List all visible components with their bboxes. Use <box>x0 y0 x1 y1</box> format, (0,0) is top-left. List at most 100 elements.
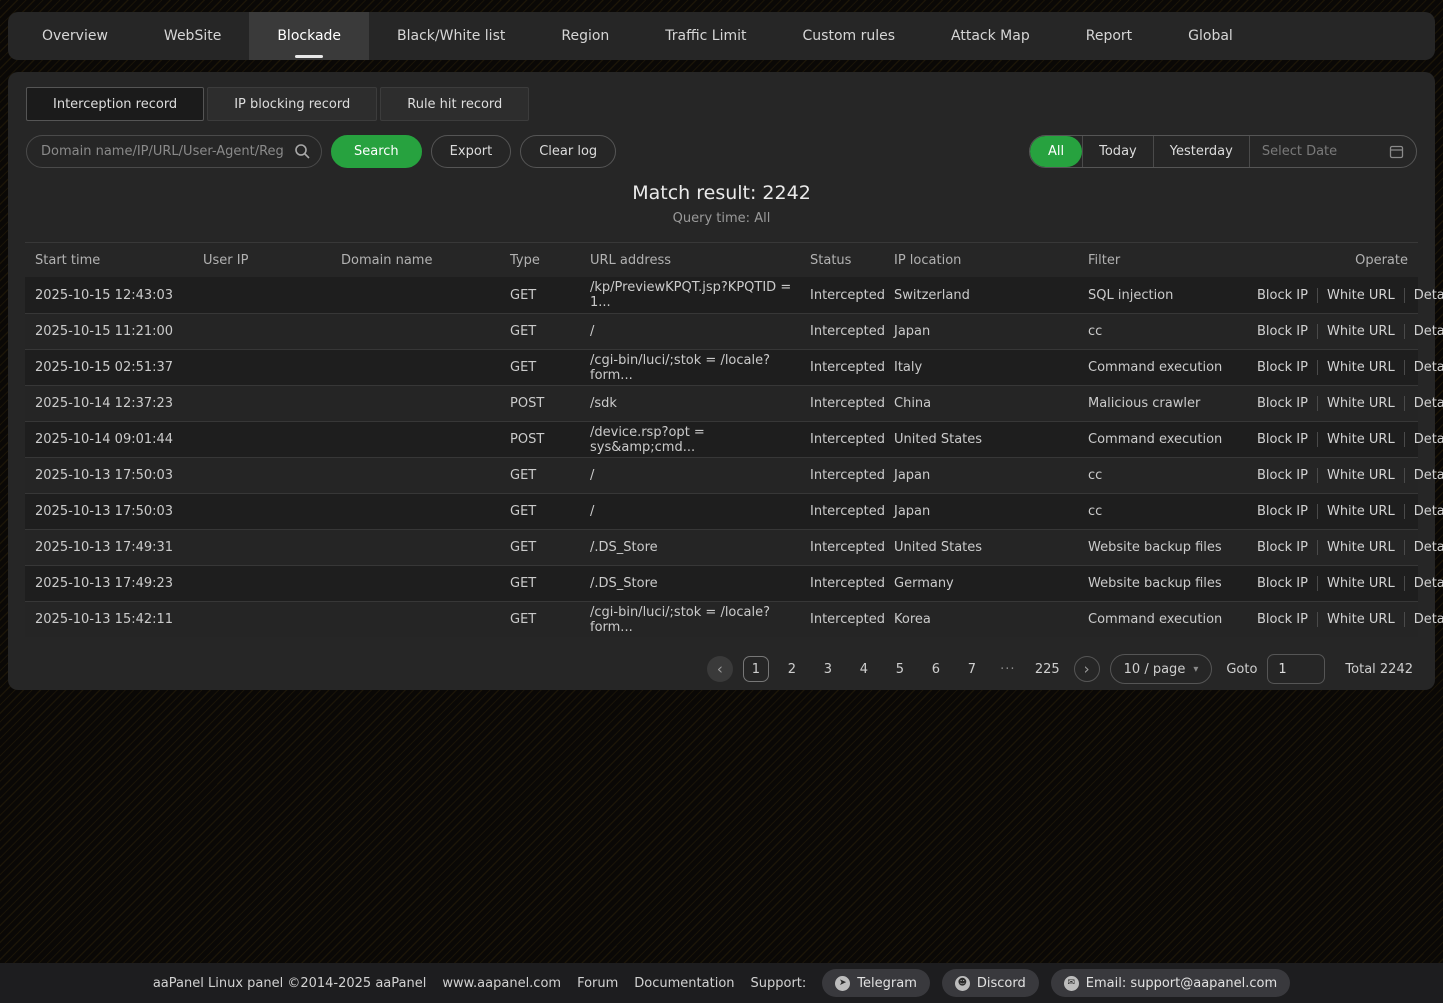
action-details[interactable]: Details <box>1404 360 1443 375</box>
start-time-cell: 2025-10-15 11:21:00 <box>35 324 203 339</box>
table-row: 2025-10-15 02:51:37 GET /cgi-bin/luci/;s… <box>25 349 1418 385</box>
operate-cell: Block IPWhite URLDetails <box>1248 468 1443 483</box>
action-details[interactable]: Details <box>1404 540 1443 555</box>
page-list: 1234567 ··· 225 <box>743 656 1064 682</box>
action-white-url[interactable]: White URL <box>1317 612 1404 627</box>
nav-tab-attack-map[interactable]: Attack Map <box>923 12 1058 60</box>
search-button[interactable]: Search <box>331 135 422 168</box>
action-block-ip[interactable]: Block IP <box>1248 612 1317 627</box>
request-type-cell: POST <box>510 432 590 447</box>
page-number-3[interactable]: 3 <box>815 656 841 682</box>
url-address-cell: / <box>590 504 810 519</box>
nav-tab-traffic-limit[interactable]: Traffic Limit <box>637 12 774 60</box>
search-input[interactable] <box>26 135 322 168</box>
operate-cell: Block IPWhite URLDetails <box>1248 540 1443 555</box>
action-white-url[interactable]: White URL <box>1317 432 1404 447</box>
subtab-ip-blocking-record[interactable]: IP blocking record <box>207 87 377 121</box>
clear-log-button[interactable]: Clear log <box>520 135 616 168</box>
range-option-yesterday[interactable]: Yesterday <box>1153 136 1249 167</box>
footer-link-forum[interactable]: Forum <box>577 976 618 991</box>
action-details[interactable]: Details <box>1404 504 1443 519</box>
support-label: Support: <box>751 976 807 991</box>
website-link[interactable]: www.aapanel.com <box>442 976 561 991</box>
action-details[interactable]: Details <box>1404 612 1443 627</box>
action-block-ip[interactable]: Block IP <box>1248 288 1317 303</box>
action-white-url[interactable]: White URL <box>1317 576 1404 591</box>
active-tab-underline <box>295 55 323 58</box>
support-button-discord[interactable]: ☻Discord <box>942 969 1039 997</box>
start-time-cell: 2025-10-13 17:50:03 <box>35 504 203 519</box>
action-block-ip[interactable]: Block IP <box>1248 504 1317 519</box>
goto-page-input[interactable] <box>1267 654 1325 684</box>
filter-cell: Website backup files <box>1088 540 1248 555</box>
status-cell: Intercepted <box>810 468 894 483</box>
start-time-cell: 2025-10-15 02:51:37 <box>35 360 203 375</box>
nav-tab-website[interactable]: WebSite <box>136 12 249 60</box>
table-row: 2025-10-13 17:49:23 GET /.DS_Store Inter… <box>25 565 1418 601</box>
action-details[interactable]: Details <box>1404 432 1443 447</box>
start-time-cell: 2025-10-13 15:42:11 <box>35 612 203 627</box>
action-details[interactable]: Details <box>1404 288 1443 303</box>
page-number-5[interactable]: 5 <box>887 656 913 682</box>
range-option-all[interactable]: All <box>1030 136 1082 167</box>
action-block-ip[interactable]: Block IP <box>1248 540 1317 555</box>
action-block-ip[interactable]: Block IP <box>1248 360 1317 375</box>
support-button-email[interactable]: ✉Email: support@aapanel.com <box>1051 969 1290 997</box>
select-date-input[interactable]: Select Date <box>1249 136 1416 167</box>
filter-cell: Malicious crawler <box>1088 396 1248 411</box>
range-option-today[interactable]: Today <box>1082 136 1153 167</box>
action-block-ip[interactable]: Block IP <box>1248 432 1317 447</box>
action-white-url[interactable]: White URL <box>1317 540 1404 555</box>
action-white-url[interactable]: White URL <box>1317 468 1404 483</box>
nav-tab-custom-rules[interactable]: Custom rules <box>775 12 924 60</box>
nav-tab-report[interactable]: Report <box>1058 12 1160 60</box>
page-number-4[interactable]: 4 <box>851 656 877 682</box>
action-block-ip[interactable]: Block IP <box>1248 468 1317 483</box>
action-white-url[interactable]: White URL <box>1317 396 1404 411</box>
col-header-domain-name: Domain name <box>341 253 510 268</box>
support-button-telegram[interactable]: ➤Telegram <box>822 969 930 997</box>
page-number-6[interactable]: 6 <box>923 656 949 682</box>
export-button[interactable]: Export <box>431 135 512 168</box>
action-block-ip[interactable]: Block IP <box>1248 324 1317 339</box>
nav-tab-blockade[interactable]: Blockade <box>249 12 369 60</box>
support-buttons: ➤Telegram ☻Discord ✉Email: support@aapanel… <box>822 969 1290 997</box>
subtab-rule-hit-record[interactable]: Rule hit record <box>380 87 529 121</box>
action-white-url[interactable]: White URL <box>1317 288 1404 303</box>
action-white-url[interactable]: White URL <box>1317 504 1404 519</box>
page-size-select[interactable]: 10 / page ▾ <box>1110 654 1213 684</box>
page-number-2[interactable]: 2 <box>779 656 805 682</box>
status-cell: Intercepted <box>810 288 894 303</box>
search-icon[interactable] <box>294 143 310 159</box>
page-ellipsis[interactable]: ··· <box>995 656 1021 682</box>
action-details[interactable]: Details <box>1404 576 1443 591</box>
page-number-7[interactable]: 7 <box>959 656 985 682</box>
action-block-ip[interactable]: Block IP <box>1248 396 1317 411</box>
subtab-interception-record[interactable]: Interception record <box>26 87 204 121</box>
copyright-text: aaPanel Linux panel ©2014-2025 aaPanel <box>153 976 427 991</box>
next-page-button[interactable]: › <box>1074 656 1100 682</box>
action-white-url[interactable]: White URL <box>1317 324 1404 339</box>
col-header-type: Type <box>510 253 590 268</box>
action-details[interactable]: Details <box>1404 396 1443 411</box>
action-details[interactable]: Details <box>1404 468 1443 483</box>
page-number-225[interactable]: 225 <box>1031 656 1064 682</box>
nav-tab-global[interactable]: Global <box>1160 12 1261 60</box>
footer-link-documentation[interactable]: Documentation <box>634 976 734 991</box>
page-number-1[interactable]: 1 <box>743 656 769 682</box>
nav-tab-black-white-list[interactable]: Black/White list <box>369 12 533 60</box>
table-row: 2025-10-13 17:49:31 GET /.DS_Store Inter… <box>25 529 1418 565</box>
nav-tab-overview[interactable]: Overview <box>14 12 136 60</box>
action-block-ip[interactable]: Block IP <box>1248 576 1317 591</box>
action-details[interactable]: Details <box>1404 324 1443 339</box>
action-white-url[interactable]: White URL <box>1317 360 1404 375</box>
ip-location-cell: United States <box>894 432 1088 447</box>
prev-page-button[interactable]: ‹ <box>707 656 733 682</box>
url-address-cell: / <box>590 468 810 483</box>
nav-tab-region[interactable]: Region <box>533 12 637 60</box>
status-cell: Intercepted <box>810 540 894 555</box>
status-cell: Intercepted <box>810 360 894 375</box>
record-subtabs: Interception recordIP blocking recordRul… <box>8 72 1435 121</box>
table-row: 2025-10-13 17:50:03 GET / Intercepted Ja… <box>25 493 1418 529</box>
table-body: 2025-10-15 12:43:03 GET /kp/PreviewKPQT.… <box>25 277 1418 637</box>
